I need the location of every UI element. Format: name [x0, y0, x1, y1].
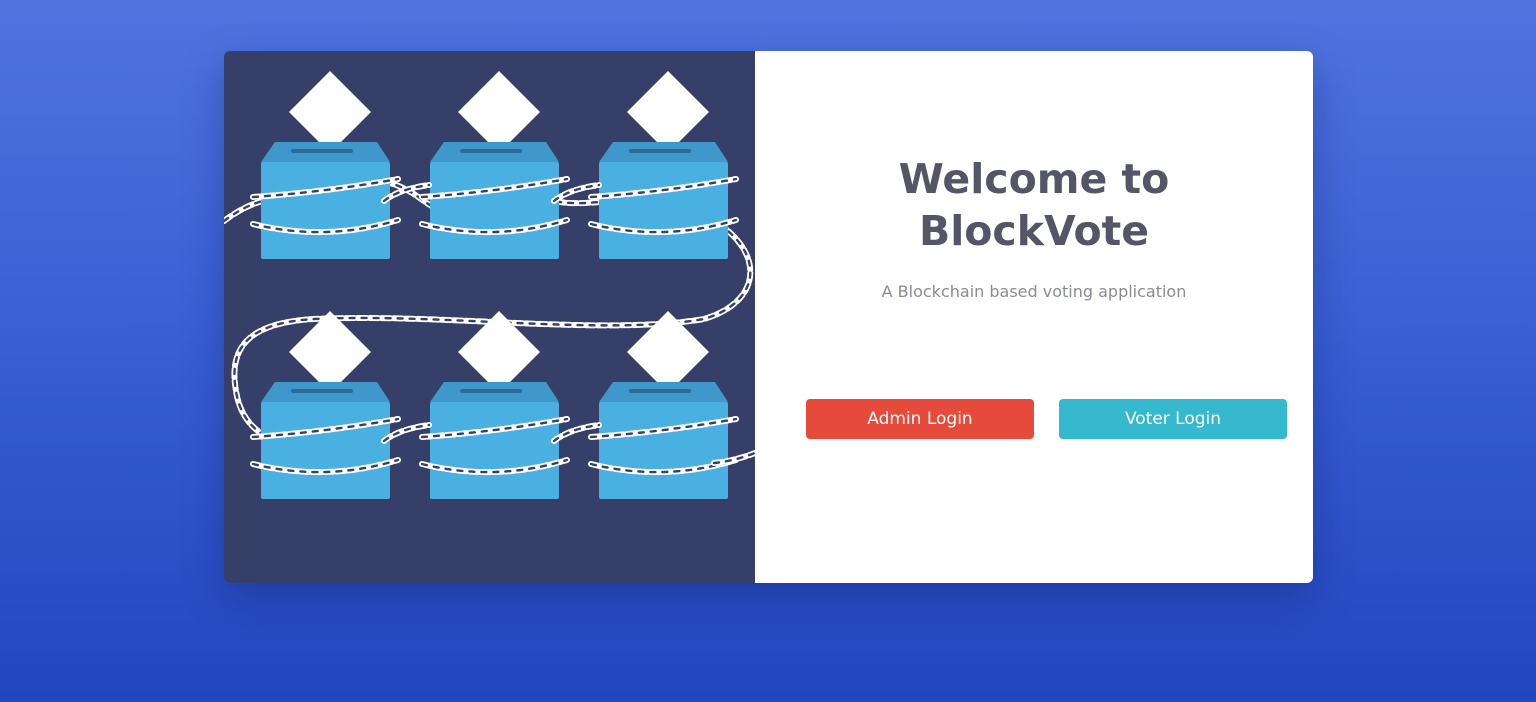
ballot-box-slot	[291, 389, 353, 393]
ballot-box-slot	[291, 149, 353, 153]
voter-login-button[interactable]: Voter Login	[1059, 399, 1287, 439]
ballot-box-slot	[629, 389, 691, 393]
title-line-2: BlockVote	[918, 207, 1150, 255]
page-subtitle: A Blockchain based voting application	[881, 282, 1187, 301]
blockchain-ballot-illustration	[224, 51, 755, 583]
ballot-box	[599, 402, 728, 499]
ballot-paper	[457, 70, 541, 154]
welcome-card: Welcome to BlockVote A Blockchain based …	[224, 51, 1313, 583]
welcome-panel: Welcome to BlockVote A Blockchain based …	[755, 51, 1313, 583]
ballot-paper	[288, 310, 372, 394]
admin-login-button[interactable]: Admin Login	[806, 399, 1034, 439]
ballot-box	[261, 402, 390, 499]
ballot-box	[599, 162, 728, 259]
chained-ballot-boxes-icon	[224, 70, 755, 499]
ballot-box-slot	[460, 149, 522, 153]
ballot-box	[261, 162, 390, 259]
ballot-box	[430, 402, 559, 499]
ballot-box-slot	[629, 149, 691, 153]
ballot-box-slot	[460, 389, 522, 393]
page-title: Welcome to BlockVote	[755, 153, 1313, 257]
title-line-1: Welcome to	[898, 155, 1170, 203]
ballot-paper	[626, 70, 710, 154]
ballot-box	[430, 162, 559, 259]
ballot-paper	[288, 70, 372, 154]
